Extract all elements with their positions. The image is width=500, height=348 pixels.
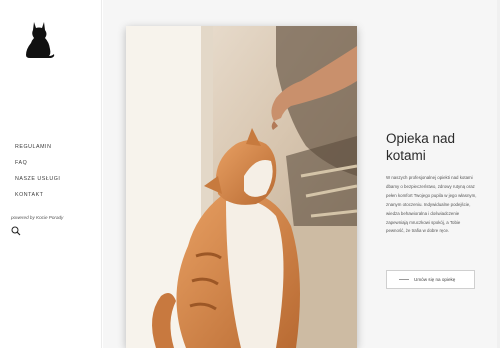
book-care-button[interactable]: Umów się na opiekę <box>386 270 475 289</box>
book-care-button-label: Umów się na opiekę <box>414 277 456 282</box>
nav-item-nasze-uslugi[interactable]: NASZE USŁUGI <box>15 176 60 182</box>
nav-item-kontakt[interactable]: KONTAKT <box>15 192 60 198</box>
description-text: W naszych profesjonalnej opiekti nad kot… <box>386 175 477 234</box>
sidebar: REGULAMIN FAQ NASZE USŁUGI KONTAKT power… <box>0 0 102 348</box>
page-title: Opieka nad kotami <box>386 131 456 163</box>
main-nav: REGULAMIN FAQ NASZE USŁUGI KONTAKT <box>15 144 60 198</box>
dash-icon <box>399 279 409 280</box>
cat-logo-icon[interactable] <box>22 18 56 60</box>
cat-photo <box>126 26 357 348</box>
nav-item-regulamin[interactable]: REGULAMIN <box>15 144 60 150</box>
nav-item-faq[interactable]: FAQ <box>15 160 60 166</box>
search-icon[interactable] <box>11 226 21 236</box>
powered-by-text[interactable]: powered by Kocie Porady <box>11 215 63 220</box>
main-content: Opieka nad kotami W naszych profesjonaln… <box>103 0 500 348</box>
